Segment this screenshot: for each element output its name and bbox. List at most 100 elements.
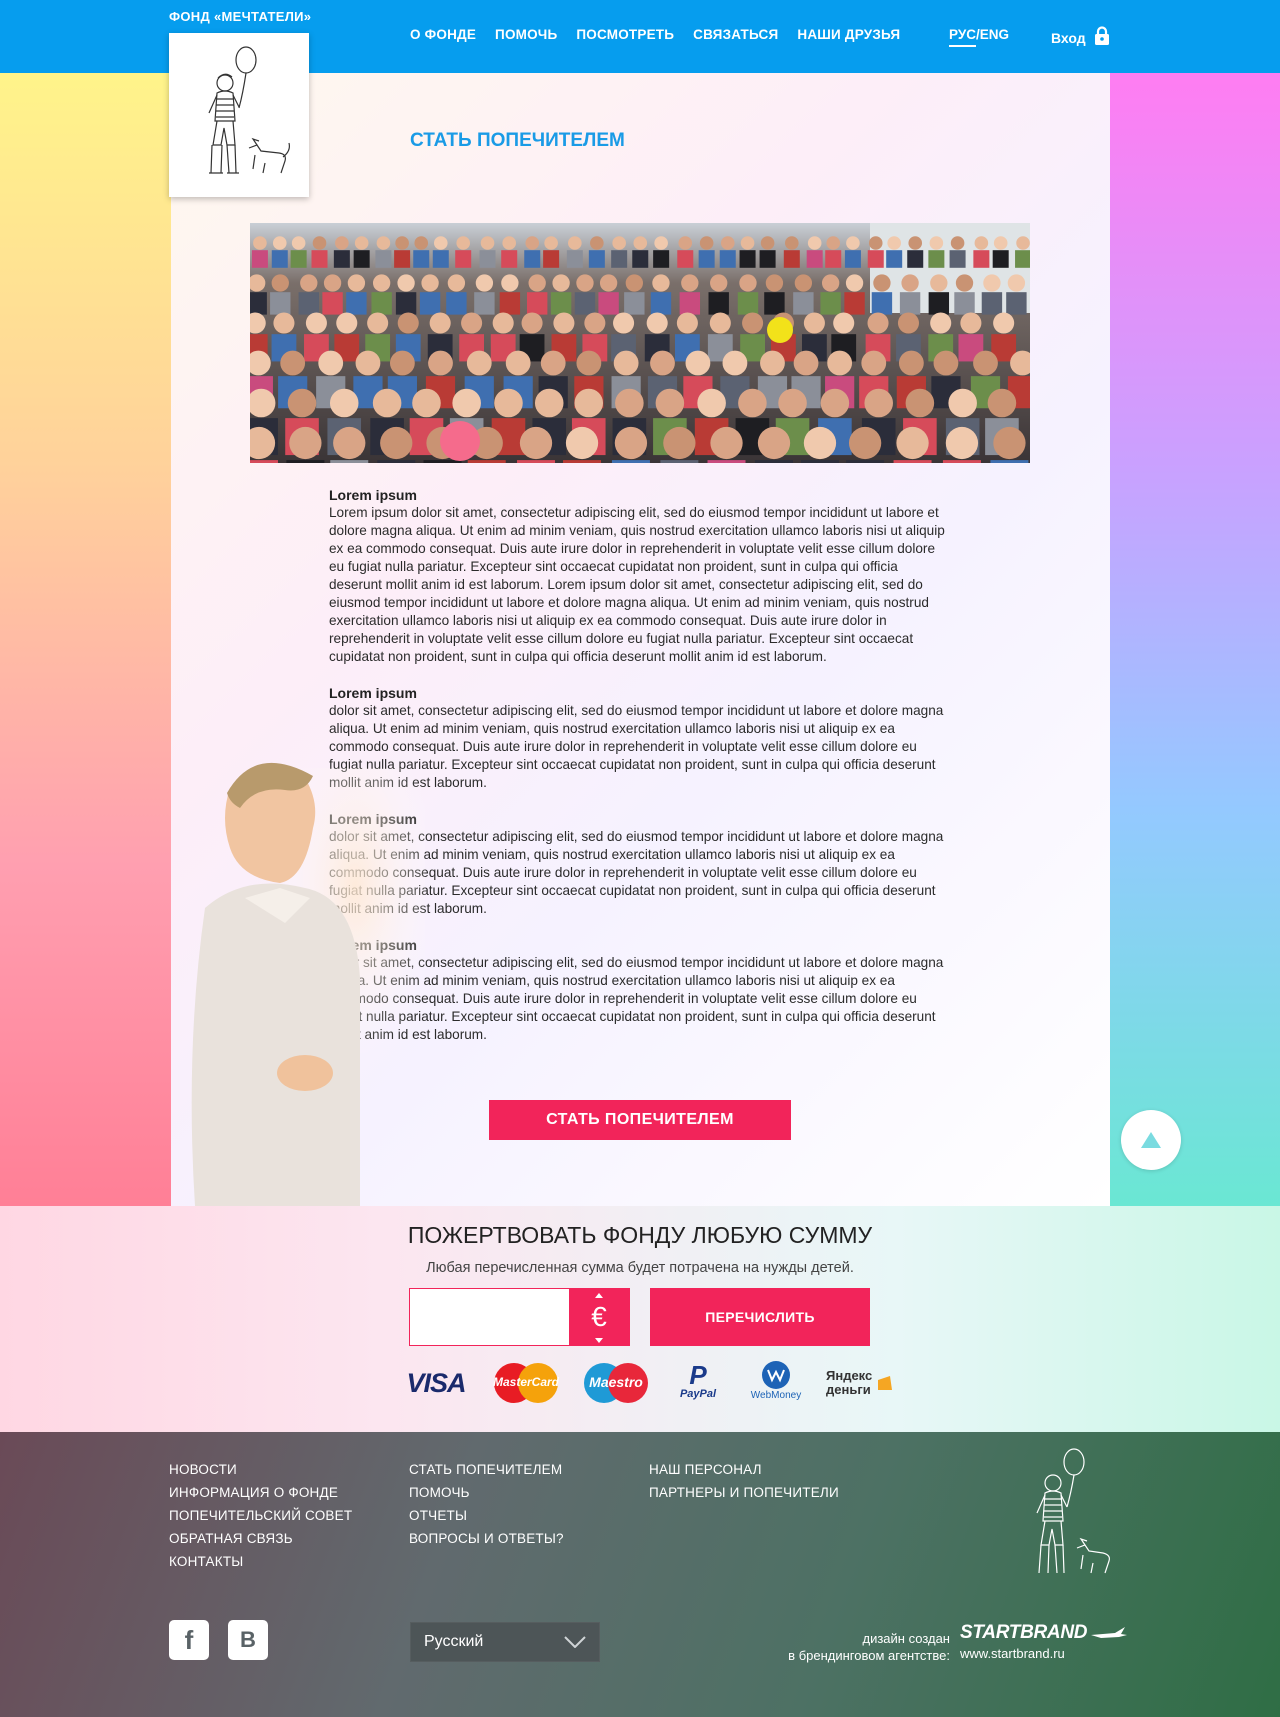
section-heading: Lorem ipsum xyxy=(329,685,417,701)
crowd-head xyxy=(412,388,441,418)
crowd-body xyxy=(867,250,884,268)
crowd-head xyxy=(395,236,409,250)
footer-link-board[interactable]: ПОПЕЧИТЕЛЬСКИЙ СОВЕТ xyxy=(169,1504,352,1527)
crowd-head xyxy=(868,236,883,250)
nav-contact[interactable]: СВЯЗАТЬСЯ xyxy=(693,27,778,42)
crowd-head xyxy=(685,350,711,376)
lang-ru[interactable]: РУС xyxy=(949,27,976,47)
foundation-logo[interactable] xyxy=(169,33,309,197)
currency-selector[interactable]: € xyxy=(569,1289,629,1345)
nav-watch[interactable]: ПОСМОТРЕТЬ xyxy=(576,27,674,42)
transfer-button[interactable]: ПЕРЕЧИСЛИТЬ xyxy=(650,1288,870,1346)
crowd-body xyxy=(251,250,268,268)
crowd-body xyxy=(346,292,367,315)
crowd-body xyxy=(1006,292,1027,315)
credit-line-1: дизайн создан xyxy=(862,1631,951,1646)
crowd-body xyxy=(992,250,1009,268)
vk-icon: B xyxy=(240,1627,256,1652)
crowd-body xyxy=(432,250,449,268)
crowd-head xyxy=(950,236,965,250)
lang-en[interactable]: ENG xyxy=(980,27,1009,42)
crowd-head xyxy=(273,312,295,334)
crowd-head xyxy=(974,236,989,250)
footer-link-about[interactable]: ИНФОРМАЦИЯ О ФОНДЕ xyxy=(169,1481,352,1504)
facebook-button[interactable]: f xyxy=(169,1620,209,1660)
brand-name[interactable]: ФОНД «МЕЧТАТЕЛИ» xyxy=(169,9,311,24)
language-select[interactable]: Русский xyxy=(410,1622,600,1662)
crowd-body xyxy=(419,292,441,315)
footer-link-faq[interactable]: ВОПРОСЫ И ОТВЕТЫ? xyxy=(409,1527,564,1550)
nav-friends[interactable]: НАШИ ДРУЗЬЯ xyxy=(797,27,900,42)
crowd-head xyxy=(803,312,825,334)
crowd-head xyxy=(300,274,318,292)
crowd-body xyxy=(524,250,541,268)
crowd-head xyxy=(740,236,755,250)
crowd-head xyxy=(519,426,553,460)
crowd-body xyxy=(479,250,496,268)
amount-input[interactable] xyxy=(410,1289,582,1347)
footer-link-patron[interactable]: СТАТЬ ПОПЕЧИТЕЛЕМ xyxy=(409,1458,564,1481)
scroll-to-top-button[interactable] xyxy=(1121,1110,1181,1170)
crowd-body xyxy=(598,292,619,315)
login-button[interactable]: Вход xyxy=(1051,26,1110,49)
crowd-body xyxy=(708,292,729,315)
payment-methods: VISA MasterCard Maestro P PayPal WebMone… xyxy=(400,1360,902,1406)
crowd-head xyxy=(650,350,675,376)
crowd-head xyxy=(845,274,864,292)
crowd-head xyxy=(646,312,668,334)
crowd-head xyxy=(287,388,317,418)
nav-help[interactable]: ПОМОЧЬ xyxy=(495,27,557,42)
crowd-head xyxy=(905,388,935,418)
agency-credit[interactable]: STARTBRAND www.startbrand.ru xyxy=(960,1622,1128,1661)
donation-subtitle: Любая перечисленная сумма будет потрачен… xyxy=(426,1260,854,1276)
crowd-body xyxy=(298,292,319,315)
footer-link-staff[interactable]: НАШ ПЕРСОНАЛ xyxy=(649,1458,839,1481)
crowd-head xyxy=(480,236,495,250)
crowd-head xyxy=(929,236,944,250)
crowd-body xyxy=(990,460,1029,463)
maestro-logo: Maestro xyxy=(580,1362,652,1404)
crowd-body xyxy=(754,460,793,463)
crowd-head xyxy=(544,236,558,250)
crowd-body xyxy=(949,250,966,268)
crowd-head xyxy=(973,350,998,376)
crowd-body xyxy=(371,292,392,315)
crowd-head xyxy=(663,426,696,460)
crowd-head xyxy=(612,236,626,250)
footer-link-reports[interactable]: ОТЧЕТЫ xyxy=(409,1504,564,1527)
nav-about[interactable]: О ФОНДЕ xyxy=(410,27,476,42)
agency-url: www.startbrand.ru xyxy=(960,1646,1065,1661)
crowd-head xyxy=(757,426,791,460)
crowd-body xyxy=(660,460,699,463)
crowd-head xyxy=(291,236,306,250)
crowd-head xyxy=(333,426,366,460)
crowd-head xyxy=(930,312,952,334)
footer-link-partners[interactable]: ПАРТНЕРЫ И ПОПЕЧИТЕЛИ xyxy=(649,1481,839,1504)
crowd-body xyxy=(893,460,932,463)
crowd-head xyxy=(993,236,1008,250)
crowd-head xyxy=(697,388,726,418)
footer-link-feedback[interactable]: ОБРАТНАЯ СВЯЗЬ xyxy=(169,1527,352,1550)
crowd-head xyxy=(864,388,893,418)
crowd-head xyxy=(528,274,546,292)
login-label: Вход xyxy=(1051,29,1086,46)
crowd-body xyxy=(526,292,548,315)
footer-link-help[interactable]: ПОМОЧЬ xyxy=(409,1481,564,1504)
crowd-body xyxy=(764,292,785,315)
crowd-head xyxy=(354,236,369,250)
crowd-head xyxy=(897,312,920,334)
footer-link-contacts[interactable]: КОНТАКТЫ xyxy=(169,1550,352,1573)
crowd-head xyxy=(433,236,448,250)
crowd-head xyxy=(738,388,767,418)
crowd-body xyxy=(517,460,556,463)
crowd-head xyxy=(846,236,860,250)
crowd-head xyxy=(461,312,483,334)
donation-title: ПОЖЕРТВОВАТЬ ФОНДУ ЛЮБУЮ СУММУ xyxy=(407,1222,873,1248)
become-patron-button[interactable]: СТАТЬ ПОПЕЧИТЕЛЕМ xyxy=(489,1100,791,1140)
footer-link-news[interactable]: НОВОСТИ xyxy=(169,1458,352,1481)
crowd-head xyxy=(625,274,644,292)
crowd-head xyxy=(397,274,415,292)
crowd-head xyxy=(710,426,743,460)
crowd-head xyxy=(760,236,775,250)
vk-button[interactable]: B xyxy=(228,1620,268,1660)
